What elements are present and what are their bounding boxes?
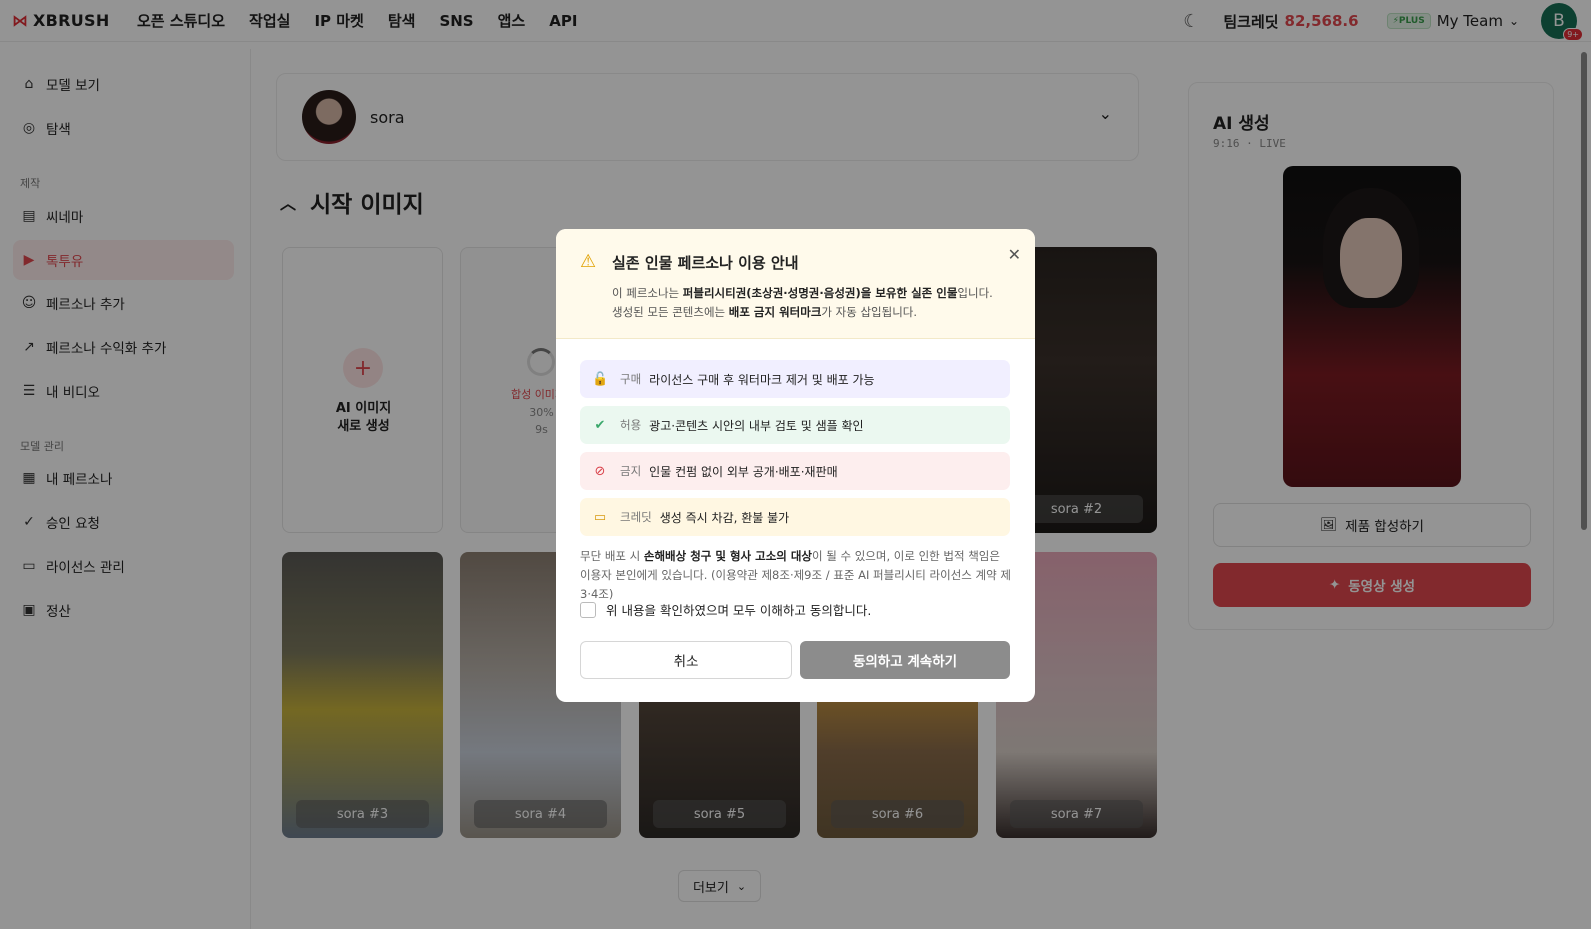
agree-checkbox-row[interactable]: 위 내용을 확인하였으며 모두 이해하고 동의합니다. <box>580 600 871 619</box>
modal-desc-line1: 이 페르소나는 퍼블리시티권(초상권·성명권·음성권)을 보유한 실존 인물입니… <box>612 284 1017 303</box>
legal-text: 무단 배포 시 <box>580 549 644 563</box>
ban-icon: ⊘ <box>594 463 606 479</box>
agree-checkbox-label: 위 내용을 확인하였으며 모두 이해하고 동의합니다. <box>606 603 872 618</box>
rule-tag: 금지 <box>620 464 642 478</box>
desc-bold: 배포 금지 워터마크 <box>728 305 822 319</box>
modal-desc-line2: 생성된 모든 콘텐츠에는 배포 금지 워터마크가 자동 삽입됩니다. <box>612 303 1017 322</box>
rule-text: 라이선스 구매 후 워터마크 제거 및 배포 가능 <box>649 372 875 387</box>
agree-checkbox[interactable] <box>580 601 596 618</box>
check-circle-icon: ✔ <box>594 417 606 433</box>
modal-title: 실존 인물 페르소나 이용 안내 <box>612 254 799 272</box>
persona-usage-modal: ⚠ 실존 인물 페르소나 이용 안내 이 페르소나는 퍼블리시티권(초상권·성명… <box>556 229 1035 702</box>
cancel-button[interactable]: 취소 <box>580 641 792 679</box>
legal-bold: 손해배상 청구 및 형사 고소의 대상 <box>643 549 813 563</box>
modal-description: 이 페르소나는 퍼블리시티권(초상권·성명권·음성권)을 보유한 실존 인물입니… <box>612 284 1017 322</box>
rule-tag: 허용 <box>620 418 642 432</box>
card-icon: ▭ <box>593 509 607 525</box>
rule-text: 광고·콘텐츠 시안의 내부 검토 및 샘플 확인 <box>649 418 864 433</box>
close-icon[interactable]: ✕ <box>1008 245 1021 264</box>
desc-text: 생성된 모든 콘텐츠에는 <box>612 305 729 319</box>
rule-text: 인물 컨펌 없이 외부 공개·배포·재판매 <box>649 464 838 479</box>
rule-forbidden: ⊘ 금지 인물 컨펌 없이 외부 공개·배포·재판매 <box>580 452 1010 490</box>
unlock-icon: 🔓 <box>592 371 609 387</box>
desc-text: 가 자동 삽입됩니다. <box>821 305 918 319</box>
rule-allowed: ✔ 허용 광고·콘텐츠 시안의 내부 검토 및 샘플 확인 <box>580 406 1010 444</box>
cancel-label: 취소 <box>673 654 699 670</box>
legal-notice: 무단 배포 시 손해배상 청구 및 형사 고소의 대상이 될 수 있으며, 이로… <box>580 547 1012 604</box>
rule-purchase: 🔓 구매 라이선스 구매 후 워터마크 제거 및 배포 가능 <box>580 360 1010 398</box>
rule-text: 생성 즉시 차감, 환불 불가 <box>659 510 790 525</box>
agree-label: 동의하고 계속하기 <box>852 654 958 670</box>
desc-text: 이 페르소나는 <box>612 286 683 300</box>
warning-icon: ⚠ <box>580 251 597 272</box>
desc-text: 입니다. <box>957 286 993 300</box>
rule-tag: 크레딧 <box>620 510 652 524</box>
rule-credit: ▭ 크레딧 생성 즉시 차감, 환불 불가 <box>580 498 1010 536</box>
modal-header: ⚠ 실존 인물 페르소나 이용 안내 이 페르소나는 퍼블리시티권(초상권·성명… <box>556 229 1035 339</box>
agree-continue-button[interactable]: 동의하고 계속하기 <box>800 641 1010 679</box>
rule-tag: 구매 <box>620 372 642 386</box>
desc-bold: 퍼블리시티권(초상권·성명권·음성권)을 보유한 실존 인물 <box>682 286 958 300</box>
